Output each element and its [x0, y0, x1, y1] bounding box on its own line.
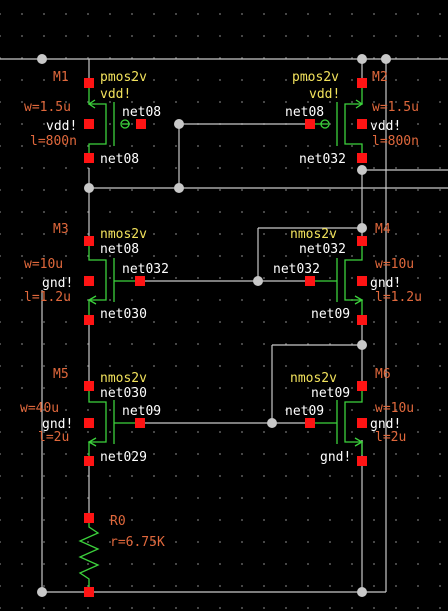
m4-bulk-pin-label: gnd! [370, 276, 401, 291]
m4-gate-net-label: net032 [273, 262, 320, 277]
m2-drain-net-label: net032 [299, 152, 346, 167]
m1-bulk-pin-label: vdd! [46, 119, 77, 134]
m1-bulk-label: vdd! [100, 87, 131, 102]
m3-bulk-pin-label: gnd! [42, 276, 73, 291]
m3-length-label: l=1.2u [24, 290, 71, 305]
m1-drain-net-label: net08 [100, 152, 139, 167]
m2-bulk-pin-label: vdd! [370, 119, 401, 134]
m3-model-label: nmos2v [100, 227, 147, 242]
m5-instance-label: M5 [53, 367, 69, 382]
m5-drain-net-label: net030 [100, 386, 147, 401]
m4-source-net-label: net09 [311, 307, 350, 322]
m3-source-net-label: net030 [100, 307, 147, 322]
m3-instance-label: M3 [53, 222, 69, 237]
m4-drain-net-label: net032 [299, 242, 346, 257]
m1-model-label: pmos2v [100, 70, 147, 85]
m3-width-label: w=10u [24, 257, 63, 272]
m1-gate-net-label: net08 [122, 105, 161, 120]
m5-source-net-label: net029 [100, 450, 147, 465]
r0-instance-label: R0 [110, 514, 126, 529]
m5-length-label: l=2u [38, 430, 69, 445]
m2-width-label: w=1.5u [372, 100, 419, 115]
m2-instance-label: M2 [372, 70, 388, 85]
m2-model-label: pmos2v [292, 70, 339, 85]
m6-source-net-label: gnd! [320, 450, 351, 465]
m6-instance-label: M6 [375, 367, 391, 382]
m4-model-label: nmos2v [290, 227, 337, 242]
schematic-canvas[interactable]: M1 pmos2v vdd! w=1.5u vdd! l=800n net08 … [0, 0, 448, 611]
m4-width-label: w=10u [375, 257, 414, 272]
m6-drain-net-label: net09 [311, 386, 350, 401]
m4-instance-label: M4 [375, 222, 391, 237]
m1-width-label: w=1.5u [24, 100, 71, 115]
schematic-drawing: M1 pmos2v vdd! w=1.5u vdd! l=800n net08 … [0, 54, 448, 597]
m5-width-label: w=40u [20, 401, 59, 416]
m1-length-label: l=800n [30, 134, 77, 149]
m6-model-label: nmos2v [290, 371, 337, 386]
m6-gate-net-label: net09 [285, 404, 324, 419]
m2-bulk-label: vdd! [309, 87, 340, 102]
m1-instance-label: M1 [53, 70, 69, 85]
m6-width-label: w=10u [375, 401, 414, 416]
m2-gate-net-label: net08 [285, 105, 324, 120]
m5-model-label: nmos2v [100, 371, 147, 386]
m2-length-label: l=800n [372, 134, 419, 149]
m4-length-label: l=1.2u [375, 290, 422, 305]
m3-gate-net-label: net032 [122, 262, 169, 277]
m6-length-label: l=2u [375, 430, 406, 445]
r0-symbol[interactable] [78, 518, 100, 592]
m3-drain-net-label: net08 [100, 242, 139, 257]
r0-value-label: r=6.75K [110, 535, 165, 550]
m5-gate-net-label: net09 [122, 404, 161, 419]
